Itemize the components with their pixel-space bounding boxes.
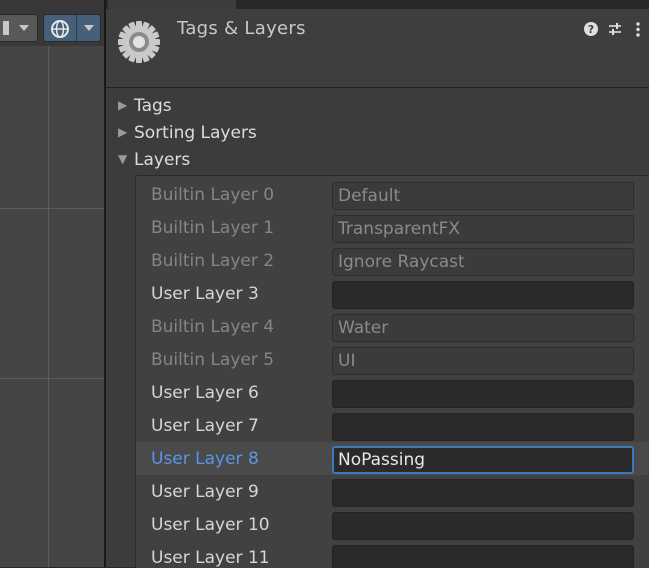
layer-row: Builtin Layer 0 Default bbox=[136, 178, 649, 211]
layer-label: User Layer 8 bbox=[151, 449, 259, 469]
inspector-header: Tags & Layers ? bbox=[106, 9, 649, 88]
layer-row: Builtin Layer 2 Ignore Raycast bbox=[136, 244, 649, 277]
gizmos-dropdown[interactable] bbox=[43, 14, 101, 42]
kebab-menu-icon[interactable] bbox=[635, 22, 641, 37]
layer-row: User Layer 7 bbox=[136, 409, 649, 442]
caret-right-icon: ▶ bbox=[118, 125, 128, 139]
layer-row: User Layer 6 bbox=[136, 376, 649, 409]
layer-row: User Layer 10 bbox=[136, 508, 649, 541]
tab-inspector[interactable] bbox=[108, 0, 236, 9]
caret-right-icon: ▶ bbox=[118, 98, 128, 112]
layer-name-field[interactable] bbox=[332, 545, 634, 568]
layer-label: User Layer 7 bbox=[151, 416, 259, 436]
scene-view[interactable] bbox=[0, 0, 104, 567]
inspector-title: Tags & Layers bbox=[177, 18, 306, 39]
camera-icon bbox=[3, 21, 9, 35]
gizmo-globe-icon bbox=[51, 20, 69, 38]
layer-label: User Layer 10 bbox=[151, 515, 270, 535]
grid-line bbox=[48, 46, 49, 567]
chevron-down-icon bbox=[84, 25, 94, 31]
layer-row: User Layer 8 NoPassing bbox=[136, 442, 649, 475]
layer-row: User Layer 11 bbox=[136, 541, 649, 568]
foldout-label: Sorting Layers bbox=[134, 123, 257, 143]
grid-line bbox=[0, 378, 104, 379]
layer-name-field[interactable] bbox=[332, 281, 634, 309]
layer-name-readonly: Default bbox=[332, 182, 634, 210]
foldout-tags[interactable]: ▶ Tags bbox=[118, 96, 172, 116]
chevron-down-icon bbox=[19, 25, 29, 31]
layer-row: Builtin Layer 5 UI bbox=[136, 343, 649, 376]
layer-label: User Layer 6 bbox=[151, 383, 259, 403]
layer-name-field[interactable] bbox=[332, 512, 634, 540]
help-icon[interactable]: ? bbox=[584, 22, 598, 36]
divider bbox=[76, 15, 77, 41]
layer-label: Builtin Layer 1 bbox=[151, 218, 275, 238]
layer-row: User Layer 9 bbox=[136, 475, 649, 508]
layer-name-readonly: Ignore Raycast bbox=[332, 248, 634, 276]
layer-name-field[interactable] bbox=[332, 479, 634, 507]
layer-name-field[interactable] bbox=[332, 413, 634, 441]
presets-icon[interactable] bbox=[608, 22, 622, 36]
layer-name-readonly: Water bbox=[332, 314, 634, 342]
layer-name-field[interactable] bbox=[332, 380, 634, 408]
layer-label: Builtin Layer 2 bbox=[151, 251, 275, 271]
layer-row: Builtin Layer 4 Water bbox=[136, 310, 649, 343]
svg-text:?: ? bbox=[588, 23, 594, 36]
inspector-panel: Tags & Layers ? ▶ Tags ▶ Sorting Layers ▼ L… bbox=[106, 0, 649, 568]
layer-label: Builtin Layer 5 bbox=[151, 350, 275, 370]
caret-down-icon: ▼ bbox=[118, 152, 128, 166]
layer-name-readonly: TransparentFX bbox=[332, 215, 634, 243]
layer-row: Builtin Layer 1 TransparentFX bbox=[136, 211, 649, 244]
layer-label: User Layer 11 bbox=[151, 548, 270, 568]
foldout-label: Layers bbox=[134, 150, 191, 170]
gear-icon bbox=[118, 21, 160, 63]
foldout-layers[interactable]: ▼ Layers bbox=[118, 150, 190, 170]
layer-label: Builtin Layer 4 bbox=[151, 317, 275, 337]
layer-row: User Layer 3 bbox=[136, 277, 649, 310]
foldout-label: Tags bbox=[134, 96, 172, 116]
layer-label: Builtin Layer 0 bbox=[151, 185, 275, 205]
layer-label: User Layer 3 bbox=[151, 284, 259, 304]
camera-dropdown[interactable] bbox=[0, 14, 38, 42]
scene-toolbar bbox=[0, 0, 104, 46]
layer-name-field[interactable]: NoPassing bbox=[332, 446, 634, 474]
layer-name-readonly: UI bbox=[332, 347, 634, 375]
grid-line bbox=[0, 208, 104, 209]
layer-label: User Layer 9 bbox=[151, 482, 259, 502]
foldout-sorting-layers[interactable]: ▶ Sorting Layers bbox=[118, 123, 257, 143]
inspector-tabstrip bbox=[106, 0, 649, 9]
layers-list: Builtin Layer 0 Default Builtin Layer 1 Tra… bbox=[135, 175, 649, 568]
